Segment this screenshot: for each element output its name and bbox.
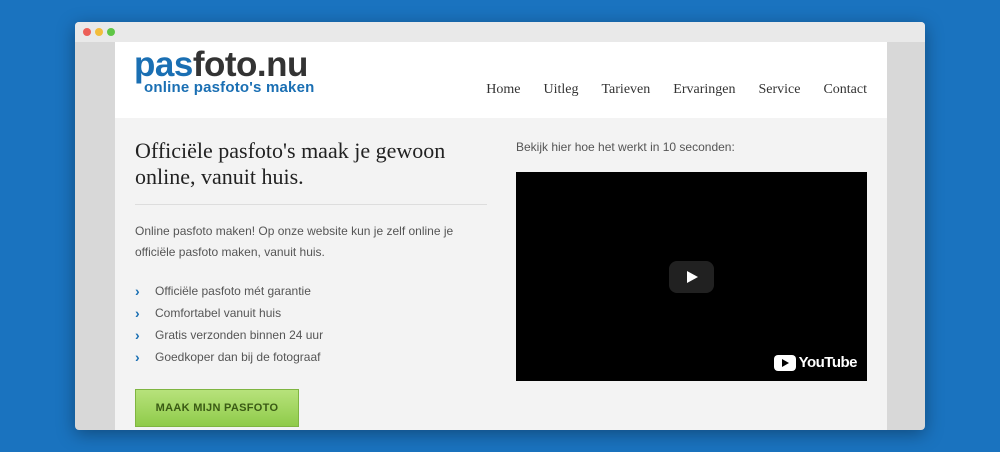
browser-window: pasfoto.nu online pasfoto's maken Home U…: [75, 22, 925, 430]
feature-item: › Goedkoper dan bij de fotograaf: [135, 346, 323, 368]
make-pasfoto-button[interactable]: MAAK MIJN PASFOTO: [135, 389, 299, 427]
youtube-icon: [773, 354, 796, 371]
hero-headline: Officiële pasfoto's maak je gewoon onlin…: [135, 138, 446, 189]
video-caption: Bekijk hier hoe het werkt in 10 seconden…: [516, 140, 735, 154]
nav-contact[interactable]: Contact: [823, 82, 867, 98]
nav-uitleg[interactable]: Uitleg: [543, 82, 578, 98]
feature-item: › Gratis verzonden binnen 24 uur: [135, 324, 323, 346]
feature-text: Officiële pasfoto mét garantie: [155, 284, 311, 298]
chevron-right-icon: ›: [135, 283, 140, 299]
chevron-right-icon: ›: [135, 327, 140, 343]
chevron-right-icon: ›: [135, 349, 140, 365]
feature-text: Comfortabel vanuit huis: [155, 306, 282, 320]
browser-titlebar: [75, 22, 925, 42]
nav-tarieven[interactable]: Tarieven: [601, 82, 650, 98]
site-logo[interactable]: pasfoto.nu online pasfoto's maken: [134, 45, 314, 96]
logo-tagline: online pasfoto's maken: [144, 79, 315, 96]
youtube-logo[interactable]: YouTube: [773, 354, 858, 371]
nav-ervaringen[interactable]: Ervaringen: [673, 82, 735, 98]
window-minimize-icon[interactable]: [95, 28, 103, 36]
feature-list: › Officiële pasfoto mét garantie › Comfo…: [135, 280, 323, 368]
chevron-right-icon: ›: [135, 305, 140, 321]
feature-text: Goedkoper dan bij de fotograaf: [155, 350, 321, 364]
youtube-wordmark: YouTube: [798, 354, 858, 371]
nav-service[interactable]: Service: [758, 82, 800, 98]
window-close-icon[interactable]: [83, 28, 91, 36]
feature-item: › Officiële pasfoto mét garantie: [135, 280, 323, 302]
play-button[interactable]: [669, 261, 714, 293]
youtube-video-player[interactable]: YouTube: [516, 172, 867, 381]
window-maximize-icon[interactable]: [107, 28, 115, 36]
main-nav: Home Uitleg Tarieven Ervaringen Service …: [463, 82, 867, 98]
feature-text: Gratis verzonden binnen 24 uur: [155, 328, 324, 342]
hero-divider: [135, 204, 487, 205]
play-icon: [687, 271, 698, 283]
site-header: pasfoto.nu online pasfoto's maken Home U…: [115, 42, 887, 118]
feature-item: › Comfortabel vanuit huis: [135, 302, 323, 324]
hero-intro: Online pasfoto maken! Op onze website ku…: [135, 224, 454, 259]
nav-home[interactable]: Home: [486, 82, 520, 98]
web-page: pasfoto.nu online pasfoto's maken Home U…: [115, 42, 887, 430]
